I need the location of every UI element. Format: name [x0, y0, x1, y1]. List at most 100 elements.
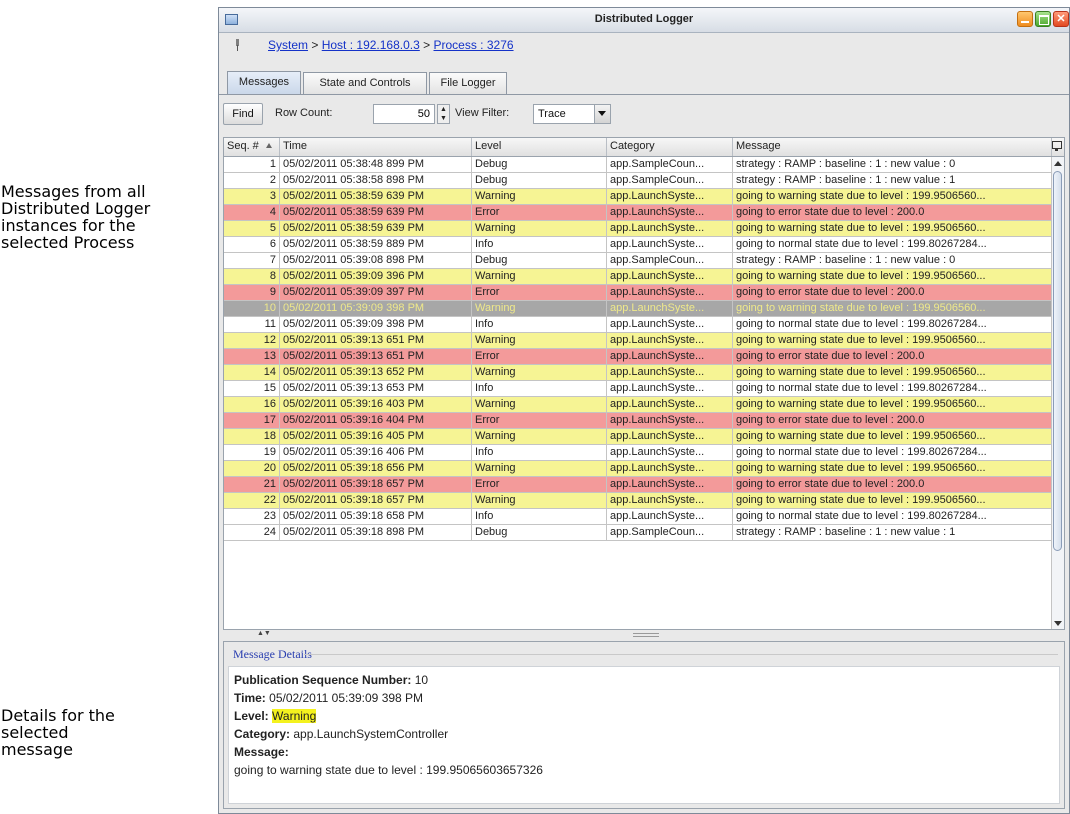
cell-seq: 1	[224, 157, 280, 172]
split-pane-divider[interactable]: ▲▼	[223, 630, 1065, 638]
table-row[interactable]: 19 05/02/2011 05:39:16 406 PM Info app.Laun…	[224, 445, 1052, 461]
dropdown-arrow-icon[interactable]	[594, 105, 610, 123]
split-collapse-arrows-icon[interactable]: ▲▼	[257, 630, 271, 638]
cell-seq: 14	[224, 365, 280, 380]
cell-seq: 22	[224, 493, 280, 508]
table-row[interactable]: 6 05/02/2011 05:38:59 889 PM Info app.Launc…	[224, 237, 1052, 253]
cell-seq: 9	[224, 285, 280, 300]
cell-category: app.SampleCoun...	[607, 173, 733, 188]
table-row[interactable]: 21 05/02/2011 05:39:18 657 PM Error app.Lau…	[224, 477, 1052, 493]
cell-category: app.LaunchSyste...	[607, 365, 733, 380]
table-row[interactable]: 16 05/02/2011 05:39:16 403 PM Warning app.L…	[224, 397, 1052, 413]
tab-file-logger[interactable]: File Logger	[429, 72, 507, 94]
table-row[interactable]: 5 05/02/2011 05:38:59 639 PM Warning app.La…	[224, 221, 1052, 237]
cell-seq: 11	[224, 317, 280, 332]
details-annotation: Details for the selected message	[1, 706, 115, 759]
cell-level: Warning	[472, 493, 607, 508]
title-bar[interactable]: Distributed Logger	[219, 8, 1069, 33]
cell-seq: 8	[224, 269, 280, 284]
table-row[interactable]: 15 05/02/2011 05:39:13 653 PM Info app.Laun…	[224, 381, 1052, 397]
column-header-seq-label: Seq. #	[227, 140, 259, 152]
cell-time: 05/02/2011 05:39:09 398 PM	[280, 317, 472, 332]
cell-level: Error	[472, 477, 607, 492]
cell-category: app.LaunchSyste...	[607, 205, 733, 220]
cell-category: app.LaunchSyste...	[607, 429, 733, 444]
cell-category: app.LaunchSyste...	[607, 189, 733, 204]
split-grip-icon[interactable]	[633, 633, 659, 637]
table-row[interactable]: 7 05/02/2011 05:39:08 898 PM Debug app.Samp…	[224, 253, 1052, 269]
breadcrumb-system-link[interactable]: System	[268, 38, 308, 52]
messages-annotation: Messages from all Distributed Logger ins…	[1, 182, 151, 252]
distributed-logger-window: Distributed Logger System > Host : 192.1…	[218, 7, 1070, 814]
table-row[interactable]: 14 05/02/2011 05:39:13 652 PM Warning app.L…	[224, 365, 1052, 381]
cell-message: strategy : RAMP : baseline : 1 : new val…	[733, 157, 1052, 172]
cell-level: Warning	[472, 301, 607, 316]
column-header-level[interactable]: Level	[472, 138, 607, 156]
cell-category: app.LaunchSyste...	[607, 269, 733, 284]
cell-seq: 2	[224, 173, 280, 188]
scrollbar-thumb[interactable]	[1053, 171, 1062, 551]
cell-time: 05/02/2011 05:39:18 658 PM	[280, 509, 472, 524]
level-label: Level:	[234, 709, 269, 723]
cell-time: 05/02/2011 05:39:18 657 PM	[280, 493, 472, 508]
table-row[interactable]: 23 05/02/2011 05:39:18 658 PM Info app.Laun…	[224, 509, 1052, 525]
table-row[interactable]: 4 05/02/2011 05:38:59 639 PM Error app.Laun…	[224, 205, 1052, 221]
row-count-input[interactable]	[373, 104, 435, 124]
tab-state-and-controls[interactable]: State and Controls	[303, 72, 427, 94]
row-count-stepper[interactable]: ▲ ▼	[437, 104, 450, 124]
cell-level: Warning	[472, 189, 607, 204]
time-value: 05/02/2011 05:39:09 398 PM	[269, 691, 424, 705]
cell-category: app.LaunchSyste...	[607, 221, 733, 236]
pin-icon[interactable]	[233, 39, 242, 51]
scroll-up-icon[interactable]	[1054, 161, 1062, 166]
table-row[interactable]: 11 05/02/2011 05:39:09 398 PM Info app.Laun…	[224, 317, 1052, 333]
cell-message: going to warning state due to level : 19…	[733, 429, 1052, 444]
table-row[interactable]: 1 05/02/2011 05:38:48 899 PM Debug app.Samp…	[224, 157, 1052, 173]
table-row[interactable]: 22 05/02/2011 05:39:18 657 PM Warning app.L…	[224, 493, 1052, 509]
cell-time: 05/02/2011 05:39:16 405 PM	[280, 429, 472, 444]
table-row[interactable]: 2 05/02/2011 05:38:58 898 PM Debug app.Samp…	[224, 173, 1052, 189]
table-row[interactable]: 17 05/02/2011 05:39:16 404 PM Error app.Lau…	[224, 413, 1052, 429]
cell-level: Info	[472, 317, 607, 332]
cell-time: 05/02/2011 05:38:48 899 PM	[280, 157, 472, 172]
cell-time: 05/02/2011 05:39:16 404 PM	[280, 413, 472, 428]
table-row[interactable]: 18 05/02/2011 05:39:16 405 PM Warning app.L…	[224, 429, 1052, 445]
breadcrumb-process-link[interactable]: Process : 3276	[434, 38, 514, 52]
cell-message: going to error state due to level : 200.…	[733, 349, 1052, 364]
cell-category: app.LaunchSyste...	[607, 397, 733, 412]
table-row[interactable]: 13 05/02/2011 05:39:13 651 PM Error app.Lau…	[224, 349, 1052, 365]
table-row[interactable]: 20 05/02/2011 05:39:18 656 PM Warning app.L…	[224, 461, 1052, 477]
message-label: Message:	[234, 745, 289, 759]
vertical-scrollbar[interactable]	[1051, 157, 1064, 629]
stepper-down-icon[interactable]: ▼	[438, 114, 449, 123]
table-row[interactable]: 9 05/02/2011 05:39:09 397 PM Error app.Laun…	[224, 285, 1052, 301]
breadcrumb-host-link[interactable]: Host : 192.168.0.3	[322, 38, 420, 52]
tab-messages[interactable]: Messages	[227, 71, 301, 95]
column-chooser-icon[interactable]	[1051, 140, 1062, 152]
cell-category: app.LaunchSyste...	[607, 413, 733, 428]
cell-level: Info	[472, 509, 607, 524]
column-header-time[interactable]: Time	[280, 138, 472, 156]
table-row[interactable]: 24 05/02/2011 05:39:18 898 PM Debug app.Sam…	[224, 525, 1052, 541]
cell-message: strategy : RAMP : baseline : 1 : new val…	[733, 253, 1052, 268]
find-button[interactable]: Find	[223, 103, 263, 125]
column-header-message[interactable]: Message	[733, 138, 1052, 156]
table-row[interactable]: 8 05/02/2011 05:39:09 396 PM Warning app.La…	[224, 269, 1052, 285]
column-header-category[interactable]: Category	[607, 138, 733, 156]
stepper-up-icon[interactable]: ▲	[438, 105, 449, 114]
table-row[interactable]: 3 05/02/2011 05:38:59 639 PM Warning app.La…	[224, 189, 1052, 205]
maximize-button[interactable]	[1035, 11, 1051, 27]
pub-seq-value: 10	[414, 673, 429, 687]
cell-message: strategy : RAMP : baseline : 1 : new val…	[733, 525, 1052, 540]
table-row[interactable]: 10 05/02/2011 05:39:09 398 PM Warning app.L…	[224, 301, 1052, 317]
view-filter-select[interactable]: Trace	[533, 104, 611, 124]
table-row[interactable]: 12 05/02/2011 05:39:13 651 PM Warning app.L…	[224, 333, 1052, 349]
cell-time: 05/02/2011 05:39:16 406 PM	[280, 445, 472, 460]
table-header: Seq. # Time Level Category Message	[224, 138, 1064, 157]
minimize-button[interactable]	[1017, 11, 1033, 27]
sort-ascending-icon	[265, 143, 272, 148]
cell-message: going to warning state due to level : 19…	[733, 365, 1052, 380]
close-button[interactable]	[1053, 11, 1069, 27]
column-header-seq[interactable]: Seq. #	[224, 138, 280, 156]
scroll-down-icon[interactable]	[1054, 621, 1062, 626]
